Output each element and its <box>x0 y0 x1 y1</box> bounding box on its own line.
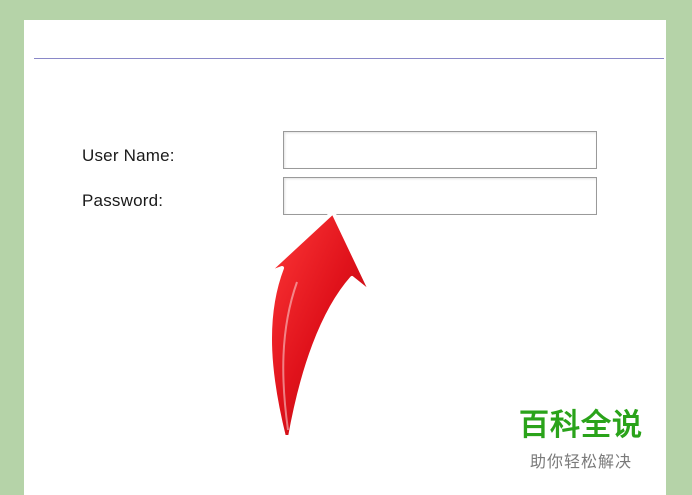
username-field[interactable] <box>283 131 597 169</box>
watermark-tagline: 助你轻松解决 <box>529 452 632 471</box>
password-label: Password: <box>82 191 164 210</box>
username-label: User Name: <box>82 146 175 165</box>
header-divider <box>34 58 664 59</box>
watermark-name: 百科全说 <box>519 408 643 443</box>
watermark-logo: 百科全说 助你轻松解决 <box>496 384 666 471</box>
password-field[interactable] <box>283 177 597 215</box>
